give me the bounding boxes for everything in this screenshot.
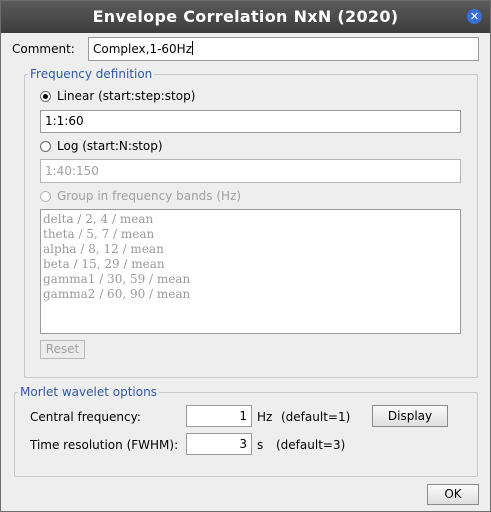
- comment-label: Comment:: [12, 42, 75, 56]
- bands-label: Group in frequency bands (Hz): [57, 189, 242, 203]
- log-input[interactable]: 1:40:150: [40, 159, 461, 183]
- close-icon[interactable]: ✕: [467, 9, 482, 24]
- window-title: Envelope Correlation NxN (2020): [92, 7, 399, 26]
- ok-button[interactable]: OK: [427, 484, 479, 505]
- list-item: theta / 5, 7 / mean: [43, 227, 155, 241]
- list-item: beta / 15, 29 / mean: [43, 257, 165, 271]
- central-frequency-default: (default=1): [281, 410, 351, 424]
- list-item: gamma1 / 30, 59 / mean: [43, 272, 191, 286]
- list-item: gamma2 / 60, 90 / mean: [43, 287, 191, 301]
- linear-radio[interactable]: [40, 91, 51, 102]
- title-bar[interactable]: Envelope Correlation NxN (2020) ✕: [1, 1, 490, 33]
- log-label: Log (start:N:stop): [57, 139, 163, 153]
- time-resolution-unit: s: [257, 438, 264, 452]
- time-resolution-default: (default=3): [276, 438, 346, 452]
- display-button[interactable]: Display: [372, 405, 448, 427]
- list-item: alpha / 8, 12 / mean: [43, 242, 164, 256]
- time-resolution-label: Time resolution (FWHM):: [30, 438, 179, 452]
- central-frequency-input[interactable]: 1: [186, 405, 252, 427]
- log-radio[interactable]: [40, 141, 51, 152]
- bands-list[interactable]: delta / 2, 4 / mean theta / 5, 7 / mean …: [40, 209, 461, 334]
- central-frequency-unit: Hz: [257, 410, 273, 424]
- bands-radio[interactable]: [40, 191, 51, 202]
- linear-input[interactable]: 1:1:60: [40, 110, 461, 133]
- frequency-definition-title: Frequency definition: [28, 67, 155, 81]
- list-item: delta / 2, 4 / mean: [43, 212, 154, 226]
- central-frequency-label: Central frequency:: [30, 410, 141, 424]
- dialog-window: Envelope Correlation NxN (2020) ✕ Commen…: [0, 0, 491, 512]
- morlet-options-title: Morlet wavelet options: [18, 385, 159, 399]
- reset-button[interactable]: Reset: [40, 340, 85, 359]
- comment-input[interactable]: Complex,1-60Hz: [88, 37, 479, 61]
- linear-label: Linear (start:step:stop): [57, 89, 196, 103]
- time-resolution-input[interactable]: 3: [186, 433, 252, 455]
